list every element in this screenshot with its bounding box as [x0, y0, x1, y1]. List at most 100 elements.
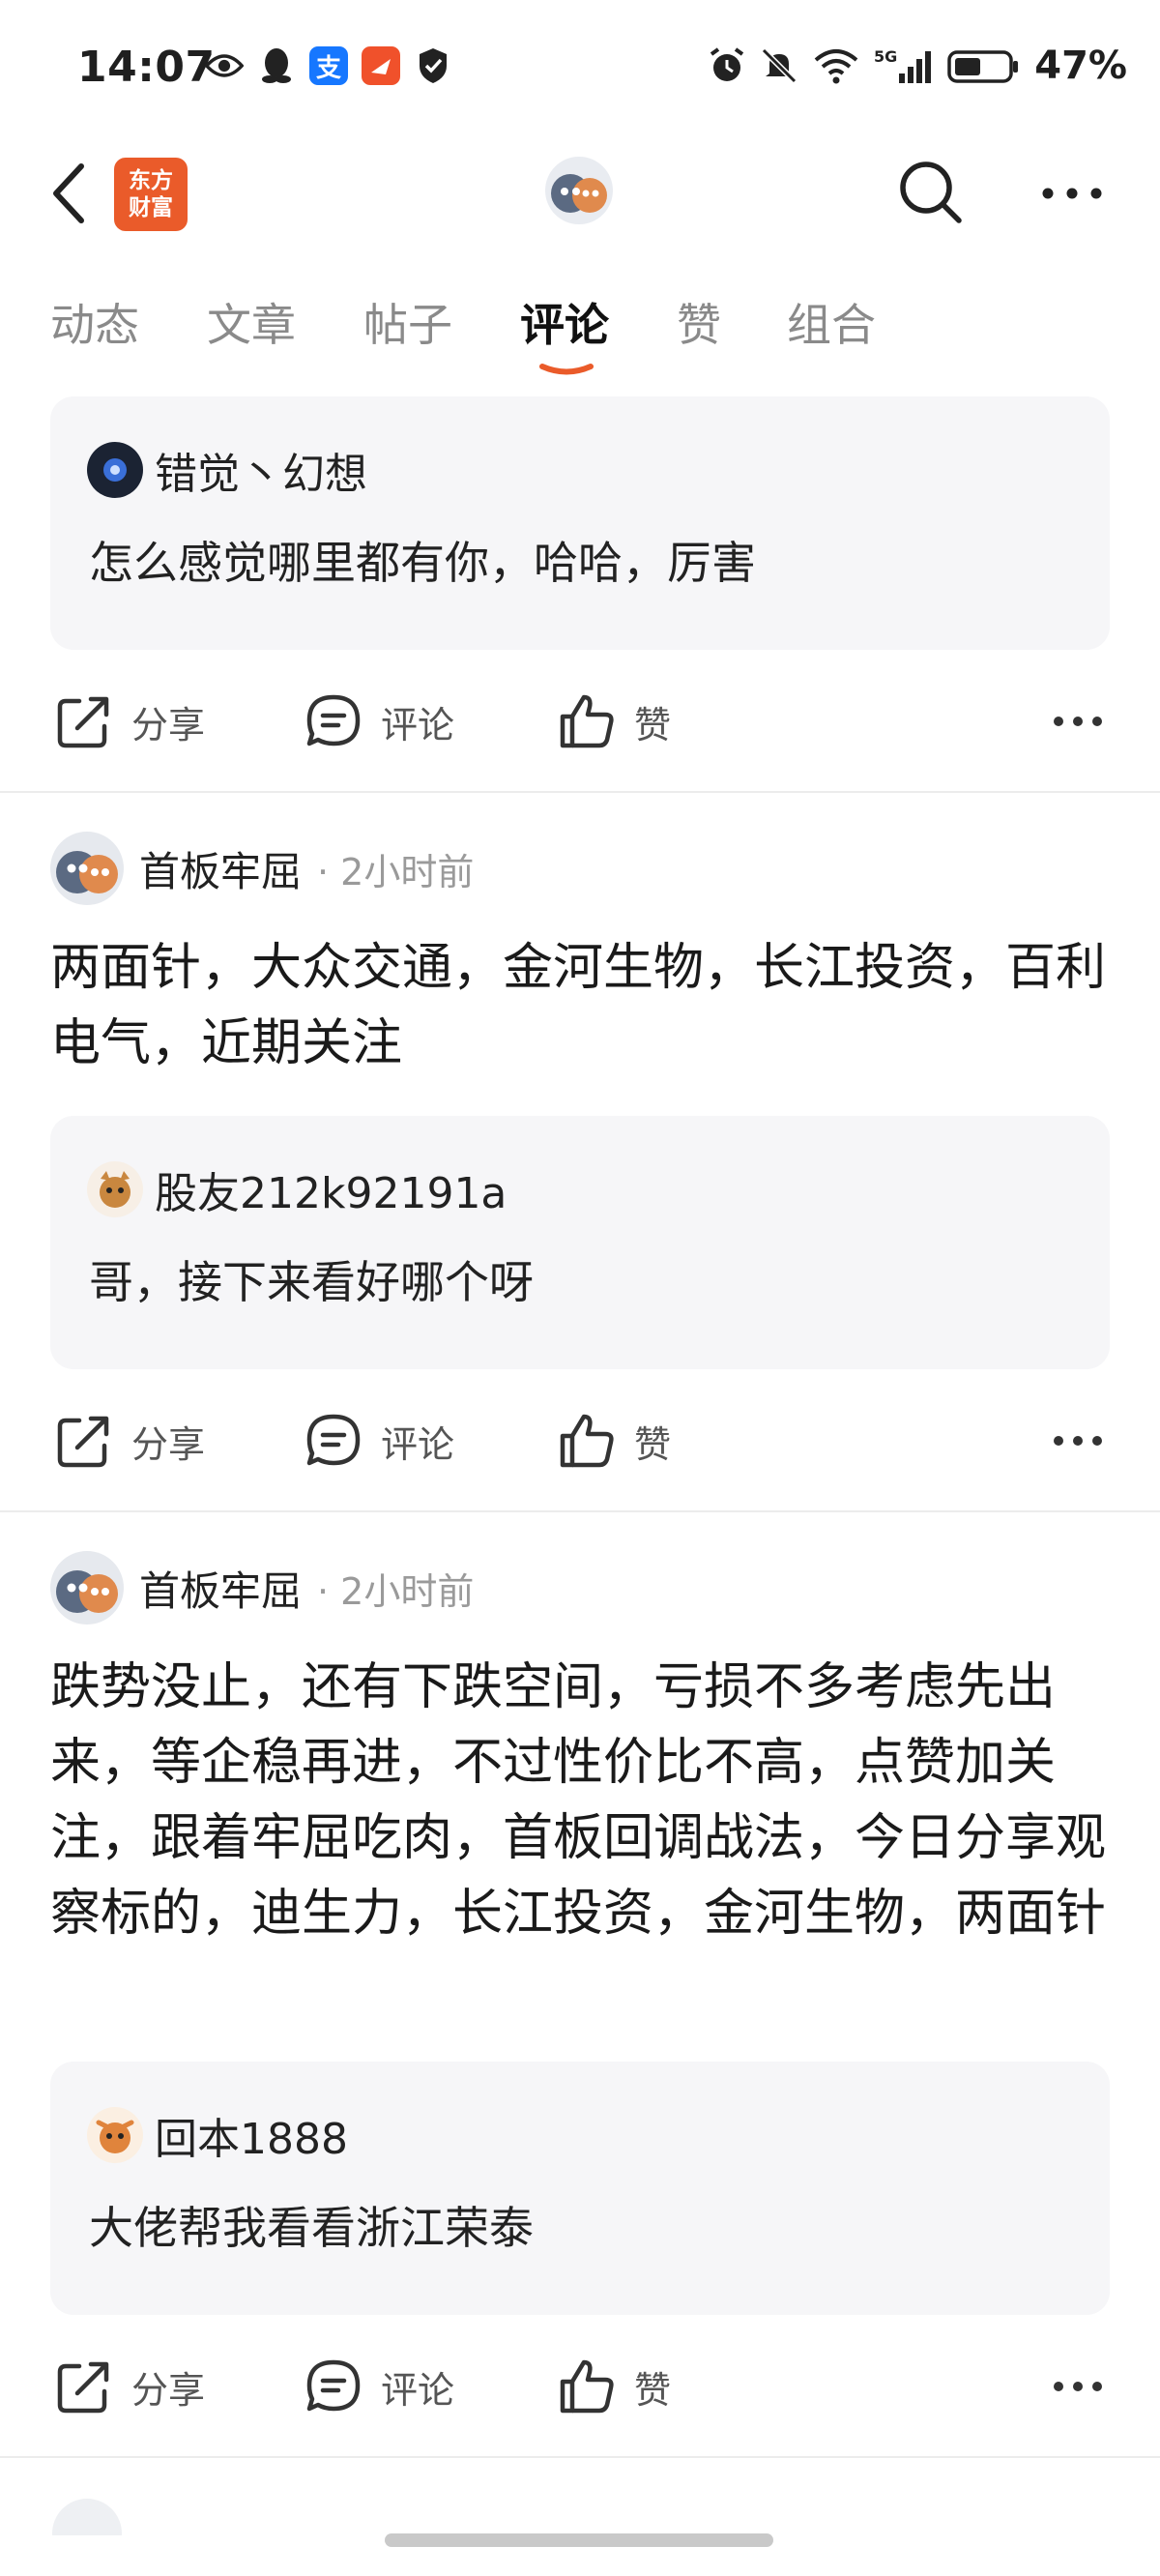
- top-nav: 东方 财富: [0, 145, 1160, 242]
- post-time: · 2小时前: [317, 1569, 475, 1613]
- avatar[interactable]: [50, 832, 124, 905]
- more-button[interactable]: [1038, 166, 1106, 220]
- like-label: 赞: [634, 1422, 672, 1466]
- tab-posts[interactable]: 帖子: [363, 290, 452, 354]
- app-icon: [362, 46, 400, 85]
- quoted-comment[interactable]: 回本1888 大佬帮我看看浙江荣泰: [50, 2062, 1110, 2315]
- search-button[interactable]: [895, 157, 965, 226]
- action-bar: 分享 评论 赞: [0, 1392, 1160, 1489]
- thumbs-up-icon: [560, 1414, 614, 1468]
- tab-articles[interactable]: 文章: [207, 290, 296, 354]
- back-button[interactable]: [46, 161, 93, 226]
- share-button[interactable]: 分享: [54, 2338, 205, 2435]
- avatar: [87, 442, 143, 498]
- more-icon[interactable]: [1052, 2365, 1104, 2408]
- comment-icon: [306, 2359, 361, 2412]
- share-icon: [57, 2361, 109, 2414]
- post-body[interactable]: 跌势没止，还有下跌空间，亏损不多考虑先出来，等企稳再进，不过性价比不高，点赞加关…: [50, 1650, 1114, 1951]
- divider: [0, 1510, 1160, 1512]
- thumbs-up-icon: [560, 694, 614, 748]
- alipay-icon: 支: [309, 46, 348, 85]
- comment-label: 评论: [381, 703, 455, 746]
- post-header: 首板牢屈 · 2小时前: [50, 1551, 474, 1625]
- tab-indicator: [539, 364, 594, 375]
- signal-icon: 5G: [874, 46, 934, 85]
- avatar: [87, 1161, 143, 1217]
- battery-icon: [947, 46, 1021, 85]
- status-left-icons: 支: [205, 43, 452, 89]
- chevron-left-icon: [53, 163, 84, 223]
- app-logo-line2: 财富: [129, 195, 173, 220]
- comment-icon: [306, 694, 361, 746]
- tab-bar: 动态 文章 帖子 评论 赞 组合: [0, 280, 1160, 387]
- quoted-username: 股友212k92191a: [155, 1169, 508, 1218]
- comment-label: 评论: [381, 1422, 455, 1466]
- quoted-comment[interactable]: 股友212k92191a 哥，接下来看好哪个呀: [50, 1116, 1110, 1369]
- share-icon: [57, 696, 109, 748]
- comment-button[interactable]: 评论: [304, 1392, 454, 1489]
- tab-portfolio[interactable]: 组合: [787, 290, 876, 354]
- quoted-text: 怎么感觉哪里都有你，哈哈，厉害: [89, 537, 756, 589]
- wifi-icon: [812, 46, 860, 85]
- action-bar: 分享 评论 赞: [0, 2338, 1160, 2435]
- avatar[interactable]: [50, 1551, 124, 1625]
- more-icon[interactable]: [1052, 700, 1104, 743]
- post-header: 首板牢屈 · 2小时前: [50, 832, 474, 905]
- more-icon: [1042, 188, 1102, 199]
- share-label: 分享: [131, 2368, 206, 2412]
- comment-button[interactable]: 评论: [304, 673, 454, 770]
- qq-icon: [257, 46, 296, 85]
- quoted-text: 大佬帮我看看浙江荣泰: [89, 2202, 534, 2254]
- thumbs-up-icon: [560, 2359, 614, 2414]
- status-time: 14:07: [77, 43, 216, 92]
- divider: [0, 2456, 1160, 2458]
- more-icon[interactable]: [1052, 1420, 1104, 1462]
- like-button[interactable]: 赞: [557, 673, 671, 770]
- comment-label: 评论: [381, 2368, 455, 2412]
- like-button[interactable]: 赞: [557, 1392, 671, 1489]
- shield-icon: [414, 46, 452, 85]
- status-right-icons: 5G 47%: [708, 43, 1127, 89]
- post-time: · 2小时前: [317, 850, 475, 893]
- post-author[interactable]: 首板牢屈: [139, 1559, 302, 1618]
- comment-icon: [306, 1414, 361, 1466]
- quoted-user[interactable]: 股友212k92191a: [87, 1158, 507, 1220]
- avatar[interactable]: [545, 157, 613, 224]
- eye-icon: [205, 46, 244, 85]
- mute-icon: [760, 46, 798, 85]
- network-label: 5G: [874, 47, 897, 66]
- like-button[interactable]: 赞: [557, 2338, 671, 2435]
- battery-percent: 47%: [1034, 44, 1127, 88]
- comment-button[interactable]: 评论: [304, 2338, 454, 2435]
- status-bar: 14:07 支 5G 47%: [0, 0, 1160, 145]
- search-icon: [900, 161, 962, 223]
- tab-likes[interactable]: 赞: [677, 290, 721, 354]
- action-bar: 分享 评论 赞: [0, 673, 1160, 770]
- post-body[interactable]: 两面针，大众交通，金河生物，长江投资，百利电气，近期关注: [50, 930, 1114, 1081]
- home-indicator[interactable]: [385, 2533, 773, 2547]
- quoted-username: 回本1888: [155, 2115, 348, 2164]
- share-label: 分享: [131, 1422, 206, 1466]
- divider: [0, 791, 1160, 793]
- tab-dynamics[interactable]: 动态: [50, 290, 139, 354]
- avatar: [52, 2499, 122, 2535]
- share-icon: [57, 1416, 109, 1468]
- alarm-icon: [708, 46, 746, 85]
- like-label: 赞: [634, 703, 672, 746]
- app-logo[interactable]: 东方 财富: [114, 158, 188, 231]
- quoted-user[interactable]: 回本1888: [87, 2104, 348, 2166]
- quoted-username: 错觉丶幻想: [155, 450, 367, 499]
- share-button[interactable]: 分享: [54, 673, 205, 770]
- post-author[interactable]: 首板牢屈: [139, 839, 302, 898]
- quoted-comment[interactable]: 错觉丶幻想 怎么感觉哪里都有你，哈哈，厉害: [50, 396, 1110, 650]
- quoted-user[interactable]: 错觉丶幻想: [87, 439, 367, 501]
- quoted-text: 哥，接下来看好哪个呀: [89, 1256, 534, 1308]
- tab-comments[interactable]: 评论: [520, 290, 609, 354]
- share-button[interactable]: 分享: [54, 1392, 205, 1489]
- app-logo-line1: 东方: [129, 168, 173, 193]
- avatar: [87, 2107, 143, 2163]
- avatar-image: [545, 157, 613, 224]
- next-item-peek: [50, 2497, 124, 2535]
- like-label: 赞: [634, 2368, 672, 2412]
- share-label: 分享: [131, 703, 206, 746]
